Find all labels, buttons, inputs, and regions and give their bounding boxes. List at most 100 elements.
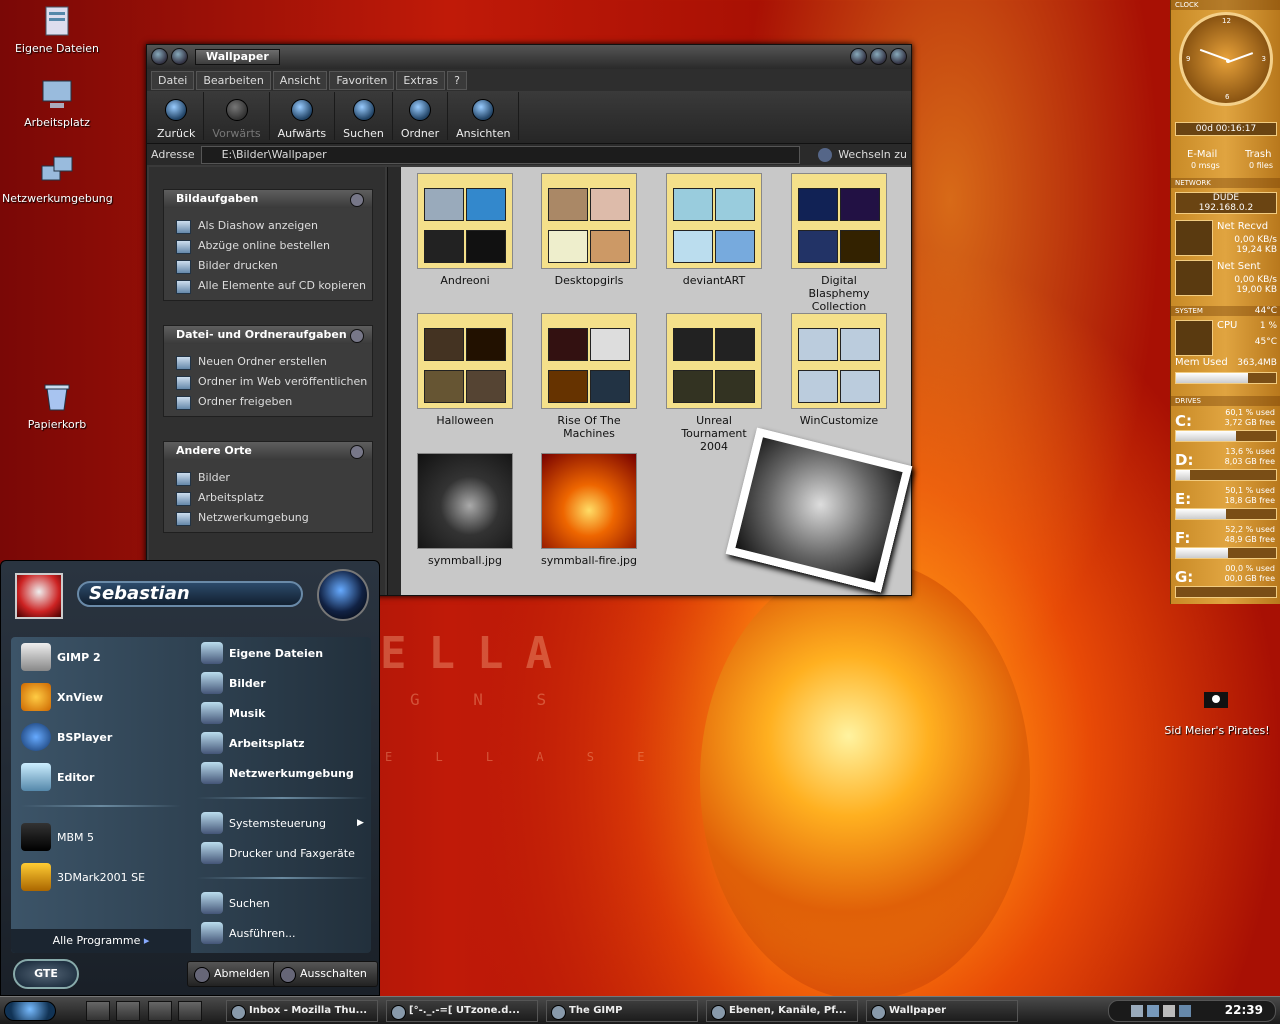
address-input[interactable]: E:\Bilder\Wallpaper bbox=[200, 145, 801, 164]
maximize-button[interactable] bbox=[870, 48, 887, 65]
desktop-icon-netzwerkumgebung[interactable]: Netzwerkumgebung bbox=[2, 154, 113, 205]
mail-label[interactable]: E-Mail bbox=[1187, 149, 1217, 160]
menu-ansicht[interactable]: Ansicht bbox=[272, 70, 328, 90]
back-button[interactable]: Zurück bbox=[149, 92, 205, 140]
image-thumb[interactable]: symmball-fire.jpg bbox=[541, 453, 637, 567]
taskbar-clock[interactable]: 22:39 bbox=[1225, 1003, 1263, 1017]
window-menu-icon[interactable] bbox=[151, 48, 168, 65]
task-copy-cd[interactable]: Alle Elemente auf CD kopieren bbox=[176, 276, 372, 296]
folder-thumb[interactable]: deviantART bbox=[666, 173, 762, 287]
minimize-button[interactable] bbox=[850, 48, 867, 65]
user-avatar[interactable] bbox=[15, 573, 63, 619]
views-button[interactable]: Ansichten bbox=[448, 92, 520, 140]
task-pane-scrollbar[interactable] bbox=[387, 167, 401, 595]
folder-thumb[interactable]: WinCustomize bbox=[791, 313, 887, 427]
search-button[interactable]: Suchen bbox=[335, 92, 393, 140]
host-name: DUDE bbox=[1212, 193, 1240, 203]
place-netzwerk[interactable]: Netzwerkumgebung bbox=[176, 508, 372, 528]
desktop-icon-eigene-dateien[interactable]: Eigene Dateien bbox=[2, 4, 112, 55]
place-bilder[interactable]: Bilder bbox=[176, 468, 372, 488]
desktop-icon-papierkorb[interactable]: Papierkorb bbox=[2, 380, 112, 431]
task-publish-web[interactable]: Ordner im Web veröffentlichen bbox=[176, 372, 372, 392]
folder-thumb[interactable]: Unreal Tournament 2004 bbox=[666, 313, 762, 453]
task-wallpaper[interactable]: Wallpaper bbox=[866, 1000, 1018, 1022]
shutdown-button[interactable]: Ausschalten bbox=[273, 961, 378, 987]
volume-icon[interactable] bbox=[1163, 1005, 1175, 1017]
wallpaper-orb bbox=[700, 560, 1030, 1000]
bsplayer-icon bbox=[21, 723, 51, 751]
search-item[interactable]: Suchen bbox=[201, 889, 270, 917]
quicklaunch-icon[interactable] bbox=[86, 1001, 110, 1021]
program-bsplayer[interactable]: BSPlayer bbox=[21, 723, 112, 751]
folder-thumb[interactable]: Halloween bbox=[417, 313, 513, 427]
panel-header[interactable]: Datei- und Ordneraufgaben bbox=[164, 326, 372, 344]
image-thumb[interactable]: symmball.jpg bbox=[417, 453, 513, 567]
cpu-label: CPU bbox=[1217, 320, 1238, 331]
tray-icon[interactable] bbox=[1147, 1005, 1159, 1017]
place-musik[interactable]: Musik bbox=[201, 699, 265, 727]
drive-used: 52,2 % used bbox=[1225, 525, 1275, 534]
all-programs-button[interactable]: Alle Programme ▸ bbox=[11, 929, 191, 953]
tray-icon[interactable] bbox=[1179, 1005, 1191, 1017]
menu-help[interactable]: ? bbox=[447, 70, 467, 90]
program-editor[interactable]: Editor bbox=[21, 763, 94, 791]
file-label: WinCustomize bbox=[799, 414, 879, 427]
drive-letter: D: bbox=[1175, 451, 1194, 469]
tray-icon[interactable] bbox=[1131, 1005, 1143, 1017]
task-print[interactable]: Bilder drucken bbox=[176, 256, 372, 276]
program-label: XnView bbox=[57, 690, 104, 704]
folder-thumb[interactable]: Digital Blasphemy Collection bbox=[791, 173, 887, 313]
program-mbm5[interactable]: MBM 5 bbox=[21, 823, 94, 851]
control-panel-item[interactable]: Systemsteuerung ▶ bbox=[201, 809, 364, 837]
place-netzwerk[interactable]: Netzwerkumgebung bbox=[201, 759, 354, 787]
program-xnview[interactable]: XnView bbox=[21, 683, 103, 711]
menu-favoriten[interactable]: Favoriten bbox=[329, 70, 395, 90]
menu-bearbeiten[interactable]: Bearbeiten bbox=[196, 70, 271, 90]
run-item[interactable]: Ausführen... bbox=[201, 919, 296, 947]
explorer-window: Wallpaper Datei Bearbeiten Ansicht Favor… bbox=[146, 44, 913, 596]
up-button[interactable]: Aufwärts bbox=[270, 92, 336, 140]
menu-datei[interactable]: Datei bbox=[151, 70, 195, 90]
menu-extras[interactable]: Extras bbox=[396, 70, 446, 90]
toolbar: Zurück Vorwärts Aufwärts Suchen Ordner A… bbox=[147, 91, 911, 143]
file-label: symmball-fire.jpg bbox=[541, 554, 637, 567]
place-arbeitsplatz[interactable]: Arbeitsplatz bbox=[176, 488, 372, 508]
documents-icon bbox=[45, 6, 69, 36]
music-icon bbox=[201, 702, 223, 724]
panel-header[interactable]: Bildaufgaben bbox=[164, 190, 372, 208]
folder-thumb[interactable]: Rise Of The Machines bbox=[541, 313, 637, 440]
forward-button[interactable]: Vorwärts bbox=[204, 92, 270, 140]
quicklaunch-icon[interactable] bbox=[116, 1001, 140, 1021]
logoff-button[interactable]: Abmelden bbox=[187, 961, 281, 987]
task-gimp[interactable]: The GIMP bbox=[546, 1000, 698, 1022]
panel-header[interactable]: Andere Orte bbox=[164, 442, 372, 460]
program-gimp[interactable]: GIMP 2 bbox=[21, 643, 101, 671]
desktop-icon-pirates[interactable]: Sid Meier's Pirates! bbox=[1162, 686, 1272, 737]
place-arbeitsplatz[interactable]: Arbeitsplatz bbox=[201, 729, 305, 757]
folder-thumb[interactable]: Andreoni bbox=[417, 173, 513, 287]
task-slideshow[interactable]: Als Diashow anzeigen bbox=[176, 216, 372, 236]
task-layers[interactable]: Ebenen, Kanäle, Pf... bbox=[706, 1000, 858, 1022]
place-eigene-dateien[interactable]: Eigene Dateien bbox=[201, 639, 323, 667]
file-label: Unreal Tournament 2004 bbox=[681, 414, 747, 453]
task-new-folder[interactable]: Neuen Ordner erstellen bbox=[176, 352, 372, 372]
firefox-icon[interactable] bbox=[178, 1001, 202, 1021]
program-3dmark[interactable]: 3DMark2001 SE bbox=[21, 863, 145, 891]
start-menu-header: Sebastian bbox=[1, 561, 379, 631]
go-button[interactable]: Wechseln zu bbox=[818, 147, 907, 162]
close-button[interactable] bbox=[890, 48, 907, 65]
title-bar[interactable]: Wallpaper bbox=[147, 45, 911, 69]
task-firefox[interactable]: [°-._.-=[ UTzone.d... bbox=[386, 1000, 538, 1022]
folders-button[interactable]: Ordner bbox=[393, 92, 449, 140]
task-order-prints[interactable]: Abzüge online bestellen bbox=[176, 236, 372, 256]
desktop-icon-arbeitsplatz[interactable]: Arbeitsplatz bbox=[2, 78, 112, 129]
folder-thumb[interactable]: Desktopgirls bbox=[541, 173, 637, 287]
task-share[interactable]: Ordner freigeben bbox=[176, 392, 372, 412]
task-thunderbird[interactable]: Inbox - Mozilla Thu... bbox=[226, 1000, 378, 1022]
printers-item[interactable]: Drucker und Faxgeräte bbox=[201, 839, 355, 867]
place-bilder[interactable]: Bilder bbox=[201, 669, 266, 697]
quicklaunch-icon[interactable] bbox=[148, 1001, 172, 1021]
start-button[interactable] bbox=[4, 1001, 56, 1021]
trash-label[interactable]: Trash bbox=[1245, 149, 1271, 160]
pin-icon[interactable] bbox=[171, 48, 188, 65]
